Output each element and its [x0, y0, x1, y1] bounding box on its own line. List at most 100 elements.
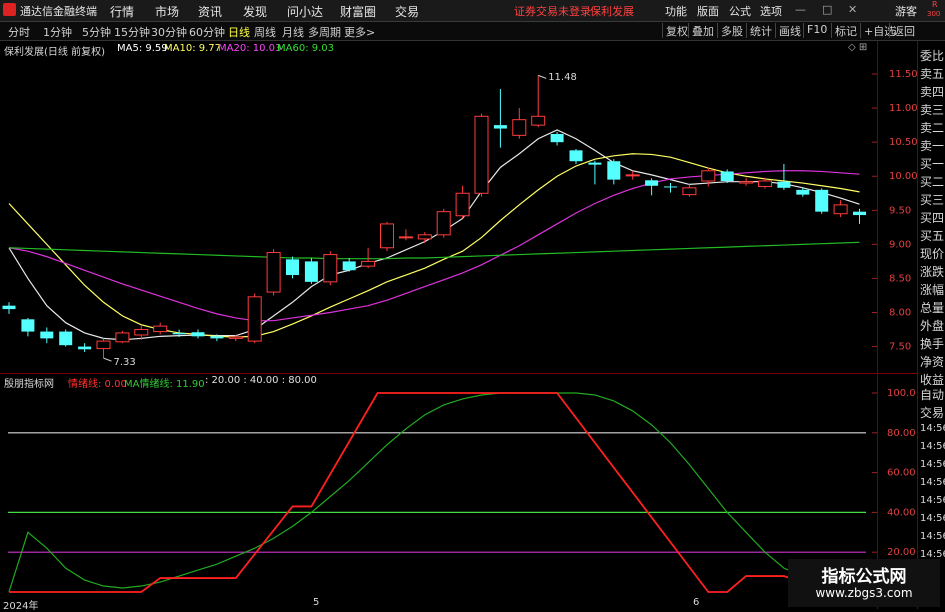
candle-body — [531, 115, 546, 126]
side-item[interactable]: 买五 — [920, 227, 944, 244]
menu-bar: 通达信金融终端 行情 市场 资讯 发现 问小达 财富圈 交易 证券交易未登录 保… — [0, 0, 945, 22]
menu-wealth[interactable]: 财富圈 — [340, 3, 376, 20]
menu-quotes[interactable]: 行情 — [110, 3, 134, 20]
side-item[interactable]: 总量 — [920, 299, 944, 316]
btn-overlay[interactable]: 叠加 — [688, 23, 714, 38]
indicator-tick-label: 40.00 — [887, 507, 916, 518]
btn-adjust[interactable]: 复权 — [662, 23, 688, 38]
x-label-month5: 5 — [313, 597, 320, 608]
side-item[interactable]: 买二 — [920, 173, 944, 190]
side-item[interactable]: 涨幅 — [920, 281, 944, 298]
pane-divider — [0, 373, 917, 374]
menu-market[interactable]: 市场 — [155, 3, 179, 20]
menu-options[interactable]: 选项 — [760, 3, 782, 19]
stock-name-top: 保利发展 — [590, 5, 634, 18]
side-item[interactable]: 外盘 — [920, 317, 944, 334]
low-marker — [103, 357, 112, 362]
high-price-label: 11.48 — [548, 72, 577, 84]
high-marker — [538, 74, 547, 79]
period-more[interactable]: 更多> — [344, 24, 375, 40]
side-item[interactable]: 买四 — [920, 209, 944, 226]
period-30min[interactable]: 30分钟 — [151, 24, 187, 40]
side-item-trade[interactable]: 交易 — [920, 404, 944, 421]
candle-body — [380, 223, 394, 249]
candle-body — [361, 260, 376, 267]
period-5min[interactable]: 5分钟 — [82, 24, 111, 40]
ma-line-ma20 — [8, 170, 860, 322]
side-item[interactable]: 现价 — [920, 245, 944, 262]
candle-body — [210, 336, 224, 339]
candle-body — [493, 125, 507, 129]
menu-function[interactable]: 功能 — [665, 3, 687, 19]
candle-body — [228, 336, 243, 339]
candle-body — [286, 259, 299, 276]
candle-body — [853, 211, 866, 216]
maximize-icon[interactable]: □ — [822, 3, 832, 16]
candle-body — [569, 150, 583, 162]
period-multi[interactable]: 多周期 — [308, 24, 341, 40]
candle-body — [172, 332, 186, 335]
period-60min[interactable]: 60分钟 — [189, 24, 225, 40]
candle-body — [758, 180, 772, 187]
menu-layout[interactable]: 版面 — [697, 3, 719, 19]
price-tick-label: 10.00 — [889, 171, 917, 182]
menu-ask[interactable]: 问小达 — [287, 3, 323, 20]
menu-news[interactable]: 资讯 — [198, 3, 222, 20]
btn-multi-stock[interactable]: 多股 — [717, 23, 743, 38]
period-minute[interactable]: 分时 — [8, 24, 30, 40]
side-item[interactable]: 换手 — [920, 335, 944, 352]
indicator-levels: : 20.00 : 40.00 : 80.00 — [205, 375, 317, 386]
period-daily[interactable]: 日线 — [228, 24, 250, 40]
side-item-auto[interactable]: 自动 — [920, 386, 944, 403]
menu-trade[interactable]: 交易 — [395, 3, 419, 20]
side-item[interactable]: 卖四 — [920, 83, 944, 100]
side-item[interactable]: 卖五 — [920, 65, 944, 82]
price-tick-label: 8.00 — [889, 307, 911, 318]
btn-back[interactable]: 返回 — [889, 23, 915, 38]
period-monthly[interactable]: 月线 — [282, 24, 304, 40]
x-label-year: 2024年 — [3, 601, 39, 612]
btn-draw[interactable]: 画线 — [775, 23, 801, 38]
btn-f10[interactable]: F10 — [803, 23, 827, 38]
login-warning[interactable]: 证券交易未登录 — [514, 3, 591, 19]
price-tick-label: 11.50 — [889, 69, 917, 80]
candle-body — [134, 329, 149, 336]
candle-body — [247, 296, 262, 342]
side-item[interactable]: 卖三 — [920, 101, 944, 118]
btn-mark[interactable]: 标记 — [831, 23, 857, 38]
period-toolbar: 分时 1分钟 5分钟 15分钟 30分钟 60分钟 日线 周线 月线 多周期 更… — [0, 22, 945, 41]
indicator-title[interactable]: 殷朋指标网 — [4, 375, 54, 390]
price-tick-label: 9.50 — [889, 205, 911, 216]
time-row: 14:56 — [920, 423, 945, 434]
indicator-tick-label: 20.00 — [887, 547, 916, 558]
time-row: 14:56 — [920, 441, 945, 452]
candle-body — [455, 192, 470, 217]
chart-canvas[interactable]: 11.50 11.00 10.50 10.00 9.50 9.00 8.50 8.00 7.50… — [0, 41, 917, 609]
menu-formula[interactable]: 公式 — [729, 3, 751, 19]
watermark-title: 指标公式网 — [821, 567, 907, 587]
btn-stats[interactable]: 统计 — [746, 23, 772, 38]
period-15min[interactable]: 15分钟 — [114, 24, 150, 40]
candle-body — [550, 133, 564, 143]
badge-r: R — [932, 0, 938, 9]
x-label-month6: 6 — [693, 597, 700, 608]
side-item[interactable]: 买一 — [920, 155, 944, 172]
side-item[interactable]: 涨跌 — [920, 263, 944, 280]
close-icon[interactable]: ✕ — [848, 3, 857, 16]
candle-body — [436, 211, 451, 236]
candle-body — [664, 186, 677, 188]
candle-body — [323, 254, 338, 283]
user-label[interactable]: 游客 — [895, 3, 917, 19]
side-item[interactable]: 净资 — [920, 353, 944, 370]
side-item[interactable]: 卖一 — [920, 137, 944, 154]
period-weekly[interactable]: 周线 — [254, 24, 276, 40]
price-tick-label: 11.00 — [889, 103, 917, 114]
side-item[interactable]: 卖二 — [920, 119, 944, 136]
side-item[interactable]: 买三 — [920, 191, 944, 208]
app-title: 通达信金融终端 — [20, 5, 97, 18]
side-item[interactable]: 委比 — [920, 47, 944, 64]
menu-discover[interactable]: 发现 — [243, 3, 267, 20]
minimize-icon[interactable]: — — [795, 3, 806, 16]
watermark-banner: 指标公式网 www.zbgs3.com — [788, 559, 940, 607]
period-1min[interactable]: 1分钟 — [43, 24, 72, 40]
